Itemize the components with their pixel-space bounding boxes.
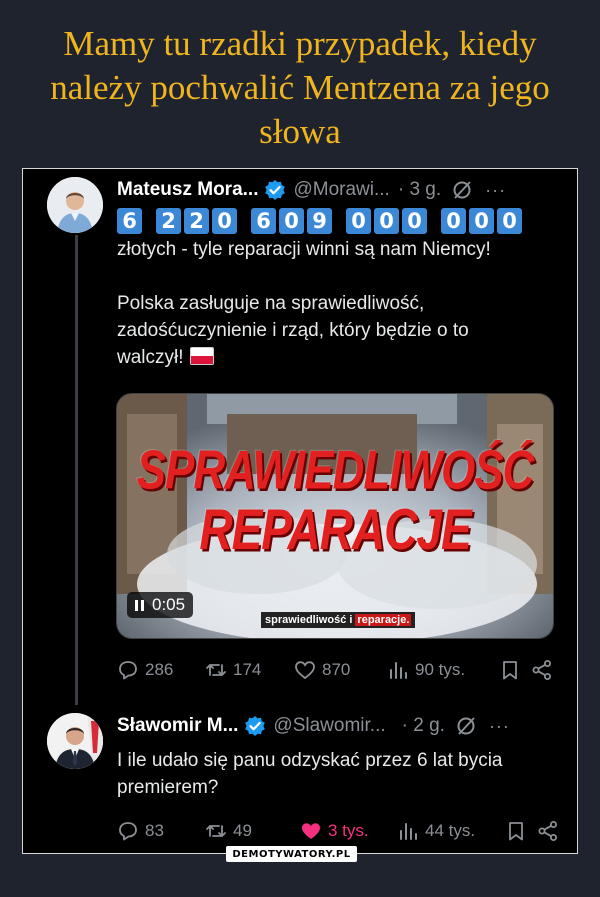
video-subtitle-text: sprawiedliwość i (265, 614, 353, 626)
digit-box: 6 (251, 208, 276, 234)
headline-line-3: słowa (259, 112, 341, 151)
video-title-1: SPRAWIEDLIWOŚĆ (136, 439, 535, 501)
retweet-count: 49 (233, 821, 252, 840)
bookmark-icon[interactable] (499, 659, 521, 681)
digit-group: 6 0 9 (251, 208, 332, 234)
poland-flag-icon (189, 347, 214, 365)
share-icon[interactable] (537, 820, 559, 842)
tweet-header: Mateusz Mora... @Morawi... · 3 g. ··· (117, 177, 506, 203)
retweet-icon (206, 664, 226, 676)
views-chart-icon (400, 823, 417, 840)
tweet-text-end: walczył! (117, 347, 184, 368)
author-handle[interactable]: @Morawi... (293, 179, 389, 201)
heart-filled-icon (302, 823, 320, 839)
retweet-icon (206, 825, 226, 837)
views-count: 90 tys. (415, 660, 466, 679)
digit-box: 9 (307, 208, 332, 234)
digit-box: 0 (279, 208, 304, 234)
views-button[interactable]: 90 tys. (387, 659, 465, 681)
more-options-icon[interactable]: ··· (489, 716, 510, 737)
thread-connector-line (75, 235, 78, 705)
digit-group: 0 0 0 (441, 208, 522, 234)
digit-box: 0 (497, 208, 522, 234)
retweet-count: 174 (233, 660, 262, 679)
tweet-time[interactable]: · 3 g. (398, 179, 441, 201)
tweet-time[interactable]: · 2 g. (402, 715, 445, 737)
tweet-text: złotych - tyle reparacji winni są nam Ni… (117, 236, 557, 371)
views-chart-icon (390, 662, 407, 679)
reply-icon (119, 822, 137, 841)
avatar[interactable] (47, 177, 103, 233)
like-count: 870 (322, 660, 351, 679)
digit-box: 0 (469, 208, 494, 234)
like-button[interactable]: 870 (294, 659, 350, 681)
avatar[interactable] (47, 713, 103, 769)
headline-line-1: Mamy tu rzadki przypadek, kiedy (63, 24, 537, 63)
reply-icon (119, 661, 137, 680)
retweet-button[interactable]: 49 (205, 820, 252, 842)
tweet-thread-screenshot: Mateusz Mora... @Morawi... · 3 g. ··· 6 … (22, 168, 578, 854)
tweet-text-line: Polska zasługuje na sprawiedliwość, (117, 293, 425, 314)
views-count: 44 tys. (425, 821, 476, 840)
views-button[interactable]: 44 tys. (397, 820, 475, 842)
retweet-button[interactable]: 174 (205, 659, 261, 681)
tweet-text: I ile udało się panu odzyskać przez 6 la… (117, 747, 557, 801)
reply-button[interactable]: 83 (117, 820, 164, 842)
pause-icon (135, 599, 144, 611)
more-options-icon[interactable]: ··· (485, 180, 506, 201)
avatar-person-icon (47, 177, 103, 233)
like-button[interactable]: 3 tys. (300, 820, 369, 842)
tweet-text-line: złotych - tyle reparacji winni są nam Ni… (117, 239, 491, 260)
share-icon[interactable] (531, 659, 553, 681)
watermark-logo: DEMOTYWATORY.PL (226, 846, 357, 862)
headline: Mamy tu rzadki przypadek, kiedy należy p… (0, 22, 600, 154)
reply-button[interactable]: 286 (117, 659, 173, 681)
headline-line-2: należy pochwalić Mentzena za jego (50, 68, 550, 107)
author-name[interactable]: Sławomir M... (117, 715, 238, 737)
tweet-text-line: walczył! (117, 344, 557, 371)
digit-box: 0 (374, 208, 399, 234)
tweet-text-line: I ile udało się panu odzyskać przez 6 la… (117, 750, 503, 771)
video-subtitle: sprawiedliwość i reparacje. (261, 612, 416, 628)
digit-group: 0 0 0 (346, 208, 427, 234)
like-count: 3 tys. (328, 821, 369, 840)
digit-box: 0 (402, 208, 427, 234)
bookmark-icon[interactable] (505, 820, 527, 842)
reply-count: 83 (145, 821, 164, 840)
digit-box: 0 (212, 208, 237, 234)
author-handle[interactable]: @Slawomir... (273, 715, 385, 737)
tweet-text-line: zadośćuczynienie i rząd, który będzie o … (117, 320, 469, 341)
heart-icon (295, 661, 315, 680)
avatar-person-icon (47, 713, 103, 769)
tweet-text-line: premierem? (117, 777, 219, 798)
video-time-badge[interactable]: 0:05 (127, 592, 194, 618)
tweet-header: Sławomir M... @Slawomir... · 2 g. ··· (117, 713, 510, 739)
video-player[interactable]: SPRAWIEDLIWOŚĆ REPARACJE 0:05 sprawiedli… (116, 393, 554, 639)
video-title-2: REPARACJE (199, 496, 471, 562)
digit-group: 6 (117, 208, 142, 234)
digit-group: 2 2 0 (156, 208, 237, 234)
digit-box: 2 (156, 208, 181, 234)
verified-badge-icon (245, 716, 266, 736)
reply-count: 286 (145, 660, 174, 679)
author-name[interactable]: Mateusz Mora... (117, 179, 258, 201)
verified-badge-icon (265, 180, 286, 200)
digit-box: 0 (346, 208, 371, 234)
digit-counter: 6 2 2 0 6 0 9 0 0 0 0 0 0 (117, 208, 522, 234)
grok-icon[interactable] (451, 179, 473, 201)
grok-icon[interactable] (455, 715, 477, 737)
digit-box: 0 (441, 208, 466, 234)
digit-box: 2 (184, 208, 209, 234)
video-duration: 0:05 (152, 595, 186, 614)
digit-box: 6 (117, 208, 142, 234)
video-subtitle-highlight: reparacje. (355, 614, 412, 626)
